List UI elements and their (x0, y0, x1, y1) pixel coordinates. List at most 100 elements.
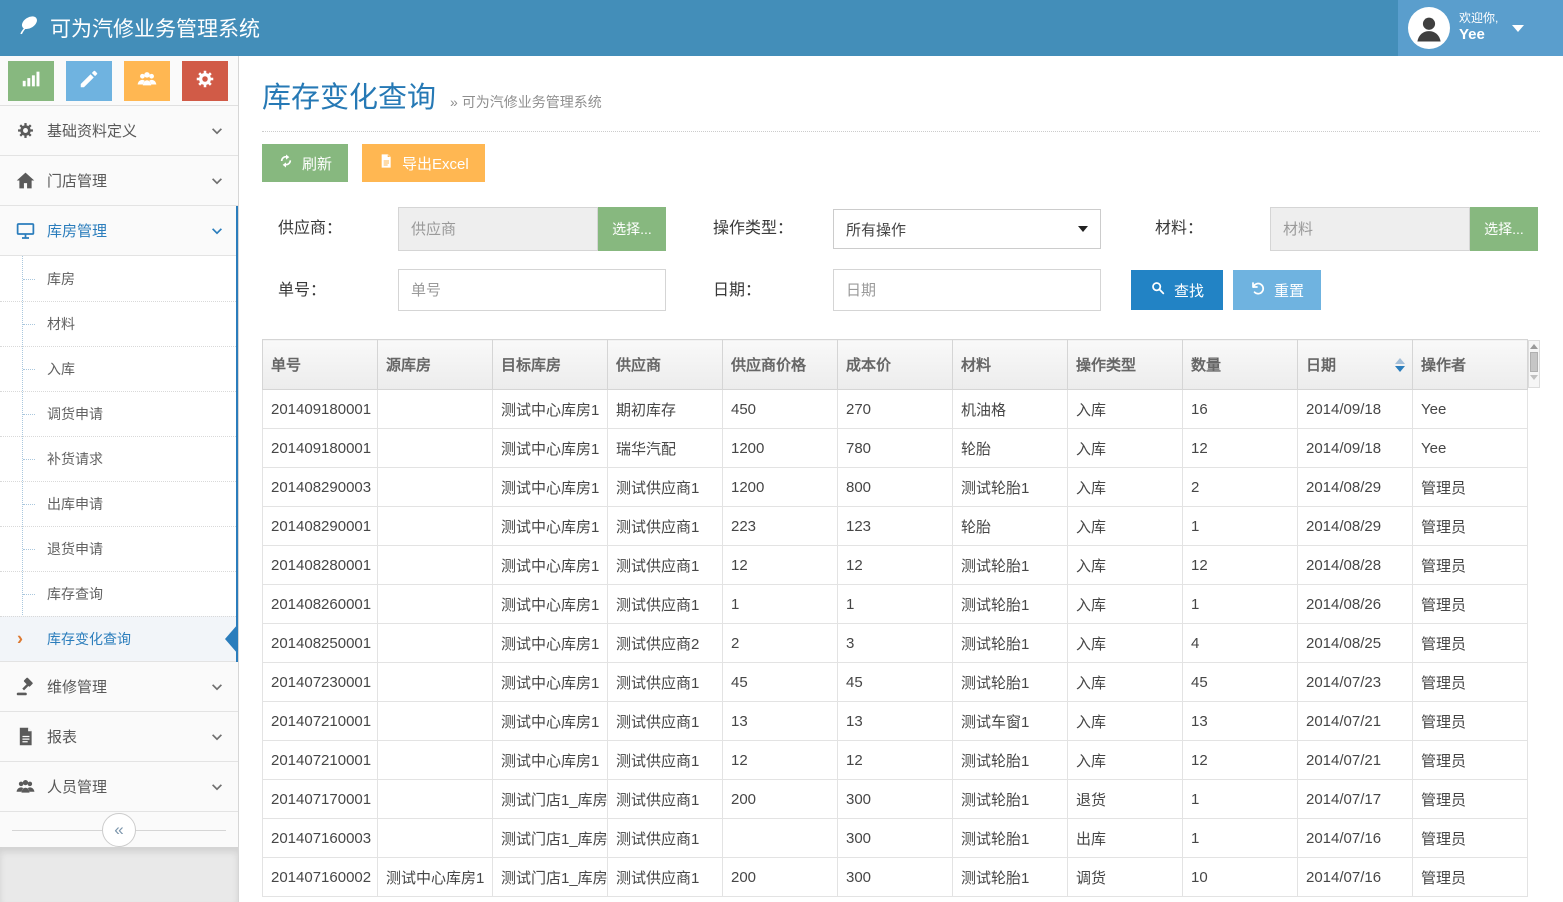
reset-button[interactable]: 重置 (1233, 270, 1321, 310)
users-shortcut-button[interactable] (124, 61, 170, 101)
users-icon (14, 776, 36, 798)
column-header[interactable]: 供应商价格 (723, 340, 838, 390)
table-cell: 4 (1183, 624, 1298, 663)
supplier-input[interactable] (398, 207, 598, 251)
table-cell: 入库 (1068, 390, 1183, 429)
vertical-scrollbar[interactable] (1528, 340, 1540, 388)
table-body: 201409180001测试中心库房1期初库存450270机油格入库162014… (263, 390, 1528, 897)
sidebar: 基础资料定义 门店管理 库房管理 库房材料入库调货申请补货请求出库申请退货申请库… (0, 56, 239, 902)
table-row[interactable]: 201408260001测试中心库房1测试供应商111测试轮胎1入库12014/… (263, 585, 1528, 624)
table-cell: 测试供应商1 (608, 546, 723, 585)
column-header[interactable]: 数量 (1183, 340, 1298, 390)
table-row[interactable]: 201408280001测试中心库房1测试供应商11212测试轮胎1入库1220… (263, 546, 1528, 585)
column-header[interactable]: 成本价 (838, 340, 953, 390)
sidebar-subitem-label: 材料 (47, 314, 75, 334)
table-row[interactable]: 201407170001测试门店1_库房1测试供应商1200300测试轮胎1退货… (263, 780, 1528, 819)
arrow-right-icon: › (17, 629, 23, 647)
column-header[interactable]: 材料 (953, 340, 1068, 390)
table-row[interactable]: 201408250001测试中心库房1测试供应商223测试轮胎1入库42014/… (263, 624, 1528, 663)
sidebar-item-personnel[interactable]: 人员管理 (0, 762, 238, 812)
app-brand[interactable]: 可为汽修业务管理系统 (18, 0, 260, 56)
column-header[interactable]: 目标库房 (493, 340, 608, 390)
table-cell: 2014/07/16 (1298, 858, 1413, 897)
order-no-input[interactable] (398, 269, 666, 311)
table-cell: 223 (723, 507, 838, 546)
table-cell: 测试中心库房1 (378, 858, 493, 897)
table-row[interactable]: 201408290003测试中心库房1测试供应商11200800测试轮胎1入库2… (263, 468, 1528, 507)
operation-type-select[interactable]: 所有操作 (833, 209, 1101, 249)
table-cell: 1 (1183, 507, 1298, 546)
stats-shortcut-button[interactable] (8, 61, 54, 101)
scrollbar-thumb[interactable] (1530, 352, 1538, 372)
page-header: 库存变化查询 » 可为汽修业务管理系统 (262, 74, 1540, 132)
sidebar-item-warehouse[interactable]: 库房管理 (0, 206, 238, 256)
sidebar-subitem[interactable]: 材料 (0, 301, 238, 346)
sidebar-subitem[interactable]: 退货申请 (0, 526, 238, 571)
sidebar-collapse-button[interactable]: « (102, 813, 136, 847)
sidebar-subitem[interactable]: 调货申请 (0, 391, 238, 436)
excel-file-icon (378, 153, 394, 173)
sidebar-subitem-label: 出库申请 (47, 494, 103, 514)
table-cell: 300 (838, 780, 953, 819)
column-header[interactable]: 操作者 (1413, 340, 1528, 390)
table-cell: 瑞华汽配 (608, 429, 723, 468)
avatar (1408, 7, 1450, 49)
refresh-button[interactable]: 刷新 (262, 144, 348, 182)
sidebar-subitem-label: 补货请求 (47, 449, 103, 469)
table-row[interactable]: 201409180001测试中心库房1瑞华汽配1200780轮胎入库122014… (263, 429, 1528, 468)
sidebar-item-repair[interactable]: 维修管理 (0, 662, 238, 712)
table-cell: 2014/09/18 (1298, 390, 1413, 429)
column-header[interactable]: 操作类型 (1068, 340, 1183, 390)
table-cell: 测试供应商1 (608, 741, 723, 780)
column-header[interactable]: 单号 (263, 340, 378, 390)
sidebar-subitem[interactable]: 补货请求 (0, 436, 238, 481)
column-header[interactable]: 源库房 (378, 340, 493, 390)
table-cell: 201409180001 (263, 429, 378, 468)
sidebar-item-reports[interactable]: 报表 (0, 712, 238, 762)
table-cell: 管理员 (1413, 468, 1528, 507)
table-cell: 12 (1183, 546, 1298, 585)
table-cell: 780 (838, 429, 953, 468)
material-input[interactable] (1270, 207, 1470, 251)
sidebar-subitem[interactable]: 入库 (0, 346, 238, 391)
sidebar-subitem[interactable]: 出库申请 (0, 481, 238, 526)
scroll-up-icon[interactable] (1530, 344, 1538, 349)
user-menu[interactable]: 欢迎你, Yee (1398, 0, 1563, 56)
sidebar-item-base-data[interactable]: 基础资料定义 (0, 106, 238, 156)
supplier-select-button[interactable]: 选择... (598, 207, 666, 251)
table-cell: 16 (1183, 390, 1298, 429)
sidebar-subitem[interactable]: 库存查询 (0, 571, 238, 616)
column-header[interactable]: 日期 (1298, 340, 1413, 390)
table-row[interactable]: 201407230001测试中心库房1测试供应商14545测试轮胎1入库4520… (263, 663, 1528, 702)
table-cell: 200 (723, 858, 838, 897)
export-excel-button[interactable]: 导出Excel (362, 144, 485, 182)
table-cell (378, 663, 493, 702)
table-cell: 入库 (1068, 468, 1183, 507)
column-header[interactable]: 供应商 (608, 340, 723, 390)
table-cell: 201407170001 (263, 780, 378, 819)
edit-shortcut-button[interactable] (66, 61, 112, 101)
table-cell: 12 (1183, 429, 1298, 468)
table-cell: 1 (723, 585, 838, 624)
scroll-down-icon[interactable] (1530, 375, 1538, 380)
settings-shortcut-button[interactable] (182, 61, 228, 101)
table-cell (378, 780, 493, 819)
table-cell: 入库 (1068, 741, 1183, 780)
table-row[interactable]: 201407210001测试中心库房1测试供应商11313测试车窗1入库1320… (263, 702, 1528, 741)
table-row[interactable]: 201408290001测试中心库房1测试供应商1223123轮胎入库12014… (263, 507, 1528, 546)
date-input[interactable] (833, 269, 1101, 311)
sidebar-item-stores[interactable]: 门店管理 (0, 156, 238, 206)
table-cell: 测试供应商1 (608, 819, 723, 858)
material-select-button[interactable]: 选择... (1470, 207, 1538, 251)
sidebar-subitem[interactable]: ›库存变化查询 (0, 616, 238, 661)
table-cell: 测试轮胎1 (953, 780, 1068, 819)
table-row[interactable]: 201407210001测试中心库房1测试供应商11212测试轮胎1入库1220… (263, 741, 1528, 780)
sort-icon[interactable] (1395, 358, 1405, 372)
table-cell: 12 (838, 741, 953, 780)
table-row[interactable]: 201407160003测试门店1_库房1测试供应商1300测试轮胎1出库120… (263, 819, 1528, 858)
table-cell (378, 819, 493, 858)
search-button[interactable]: 查找 (1131, 270, 1223, 310)
table-row[interactable]: 201409180001测试中心库房1期初库存450270机油格入库162014… (263, 390, 1528, 429)
sidebar-subitem[interactable]: 库房 (0, 256, 238, 301)
table-row[interactable]: 201407160002测试中心库房1测试门店1_库房1测试供应商1200300… (263, 858, 1528, 897)
